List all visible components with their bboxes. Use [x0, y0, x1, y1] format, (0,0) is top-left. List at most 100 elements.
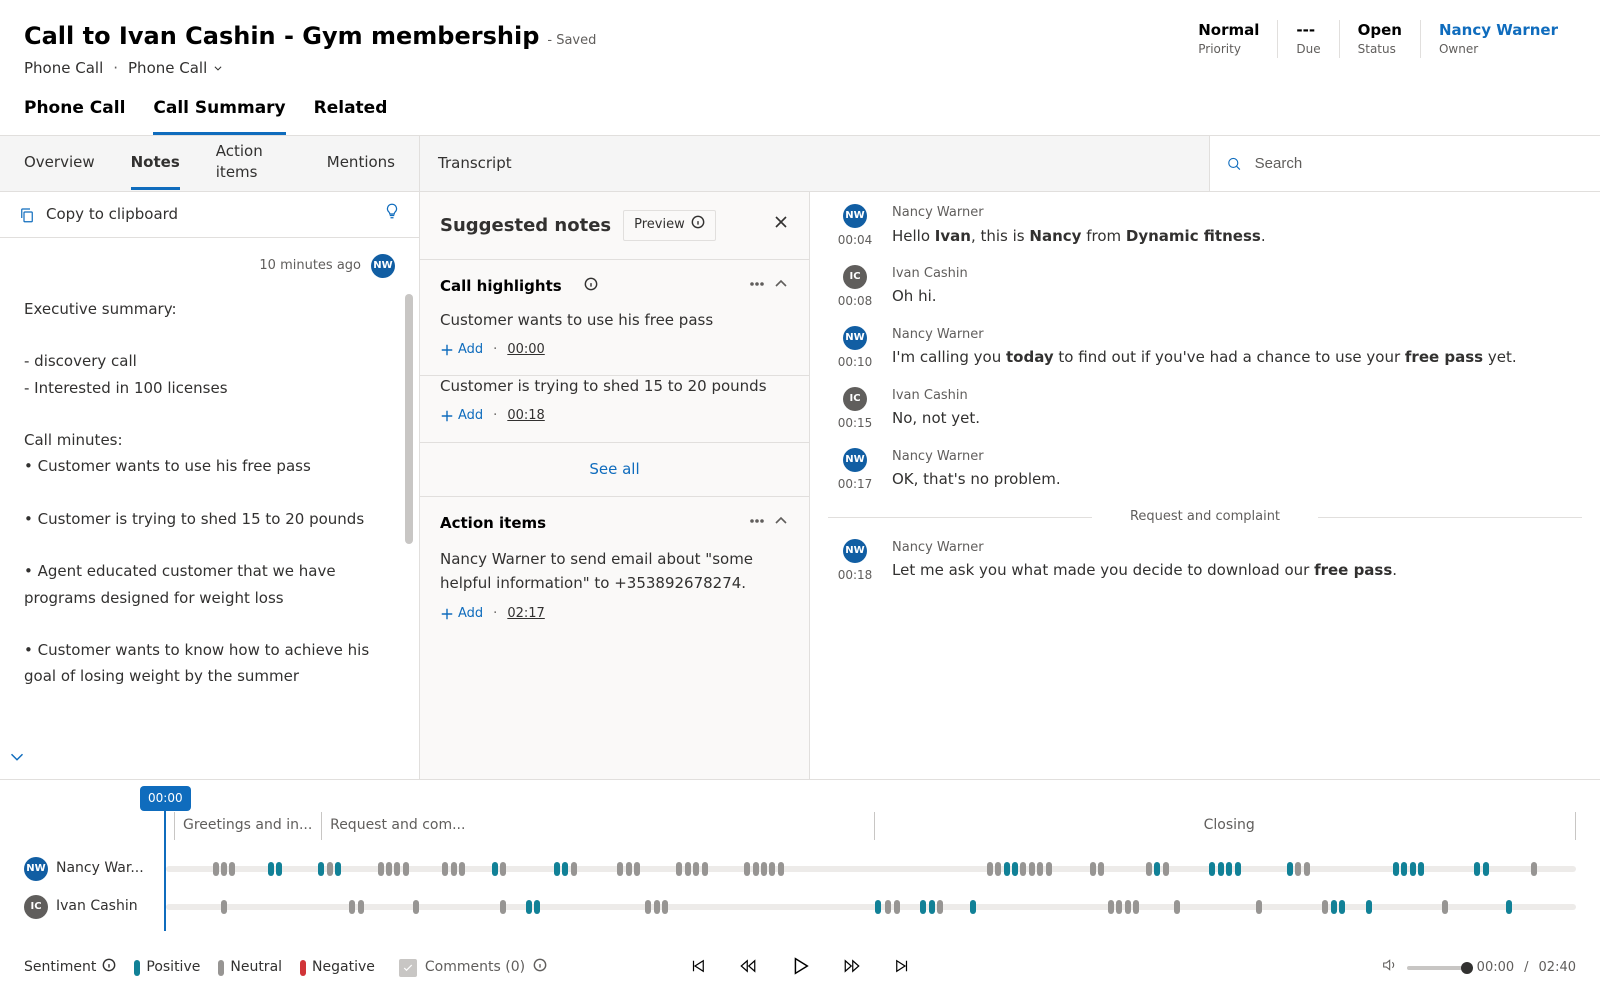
playback-controls [685, 951, 915, 984]
transcript-row[interactable]: NW00:04Nancy WarnerHello Ivan, this is N… [828, 204, 1582, 249]
actions-title: Action items [440, 513, 587, 534]
notes-body[interactable]: Executive summary:- discovery call- Inte… [24, 296, 395, 690]
transcript-row[interactable]: NW 00:10 Nancy Warner I'm calling you today… [828, 326, 1582, 371]
speaker-avatar: NW [843, 539, 867, 563]
collapse-icon[interactable] [773, 276, 789, 299]
transcript-search[interactable] [1210, 136, 1600, 191]
sentiment-lane[interactable] [166, 866, 1576, 872]
close-suggested[interactable] [773, 214, 789, 237]
sentiment-label: Sentiment [24, 958, 96, 978]
scrollbar-thumb[interactable] [405, 294, 413, 544]
notes-timestamp: 10 minutes ago [259, 257, 361, 275]
transcript-text: Let me ask you what made you decide to d… [892, 559, 1582, 582]
highlights-title: Call highlights [440, 276, 576, 297]
lightbulb-icon[interactable] [383, 202, 401, 227]
see-all-link[interactable]: See all [420, 443, 809, 497]
add-action[interactable]: Add [440, 605, 483, 623]
timestamp-link[interactable]: 02:17 [507, 605, 544, 623]
collapse-icon[interactable] [773, 513, 789, 536]
timeline-segment[interactable]: Closing [875, 812, 1576, 840]
transcript-row[interactable]: NW 00:17 Nancy Warner OK, that's no problem… [828, 448, 1582, 493]
speaker-avatar: IC [843, 265, 867, 289]
track-avatar: NW [24, 857, 48, 881]
meta-due: ---Due [1277, 20, 1338, 58]
timeline-segment[interactable]: Request and com... [322, 812, 875, 840]
subtab-mentions[interactable]: Mentions [327, 138, 395, 190]
form-selector[interactable]: Phone Call [128, 58, 223, 79]
skip-end[interactable] [889, 953, 915, 982]
transcript-panel: NW 00:04 Nancy Warner Hello Ivan, this is N… [810, 192, 1600, 779]
track-avatar: IC [24, 895, 48, 919]
timestamp-link[interactable]: 00:00 [507, 341, 544, 359]
transcript-timestamp: 00:17 [838, 476, 873, 493]
speaker-avatar: NW [843, 448, 867, 472]
transcript-row[interactable]: IC00:15Ivan CashinNo, not yet. [828, 387, 1582, 432]
legend-negative: Negative [300, 958, 375, 978]
skip-start[interactable] [685, 953, 711, 982]
more-icon[interactable] [749, 276, 765, 299]
secondary-tabs: OverviewNotesAction itemsMentions [0, 136, 420, 192]
meta-owner[interactable]: Nancy WarnerOwner [1420, 20, 1576, 58]
time-current: 00:00 [1477, 959, 1514, 977]
transcript-text: Hello Ivan, this is Nancy from Dynamic f… [892, 225, 1582, 248]
timeline-segment[interactable]: Greetings and in... [175, 812, 322, 840]
transcript-text: I'm calling you today to find out if you… [892, 346, 1582, 369]
search-input[interactable] [1253, 154, 1584, 173]
track-name: Ivan Cashin [56, 897, 138, 917]
suggested-title: Suggested notes [440, 213, 611, 238]
transcript-text: Oh hi. [892, 285, 1582, 308]
action-item-text: Nancy Warner to send email about "some h… [440, 547, 789, 595]
speaker-name: Nancy Warner [892, 326, 1582, 344]
highlight-item: Customer wants to use his free passAdd·0… [420, 310, 809, 376]
timeline-segments[interactable]: Greetings and in...Request and com...Clo… [174, 812, 1576, 840]
subtab-overview[interactable]: Overview [24, 138, 95, 190]
comments-toggle[interactable]: Comments (0) [399, 958, 547, 979]
speaker-name: Ivan Cashin [892, 265, 1582, 283]
transcript-text: No, not yet. [892, 407, 1582, 430]
info-icon[interactable] [102, 958, 116, 979]
tab-phone-call[interactable]: Phone Call [24, 97, 125, 136]
sentiment-lane[interactable] [166, 904, 1576, 910]
transcript-row[interactable]: NW 00:18 Nancy Warner Let me ask you what m… [828, 539, 1582, 584]
transcript-timestamp: 00:04 [838, 232, 873, 249]
notes-panel: Copy to clipboard 10 minutes ago NW Exec… [0, 192, 420, 779]
add-highlight[interactable]: Add [440, 407, 483, 425]
highlight-item: Customer is trying to shed 15 to 20 poun… [420, 376, 809, 442]
info-icon[interactable] [691, 215, 705, 235]
expand-notes[interactable] [6, 746, 28, 775]
call-timeline: 00:00 Greetings and in...Request and com… [0, 779, 1600, 989]
transcript-timestamp: 00:08 [838, 293, 873, 310]
copy-icon [18, 206, 36, 224]
transcript-row[interactable]: IC 00:08 Ivan Cashin Oh hi. [828, 265, 1582, 310]
transcript-timestamp: 00:18 [838, 567, 873, 584]
meta-priority: NormalPriority [1180, 20, 1277, 58]
transcript-text: OK, that's no problem. [892, 468, 1582, 491]
subtab-action-items[interactable]: Action items [216, 127, 291, 200]
speaker-avatar: NW [843, 326, 867, 350]
legend-neutral: Neutral [218, 958, 282, 978]
meta-status: OpenStatus [1339, 20, 1420, 58]
more-icon[interactable] [749, 513, 765, 536]
speaker-name: Nancy Warner [892, 539, 1582, 557]
suggested-notes-panel: Suggested notes Preview Call highlights … [420, 192, 810, 779]
transcript-timestamp: 00:10 [838, 354, 873, 371]
speaker-name: Nancy Warner [892, 448, 1582, 466]
speaker-avatar: IC [843, 387, 867, 411]
add-highlight[interactable]: Add [440, 341, 483, 359]
copy-to-clipboard[interactable]: Copy to clipboard [18, 204, 178, 225]
preview-badge: Preview [623, 210, 716, 240]
rewind[interactable] [735, 953, 761, 982]
forward[interactable] [839, 953, 865, 982]
play[interactable] [785, 951, 815, 984]
transcript-section-divider: Request and complaint [828, 508, 1582, 526]
volume-slider[interactable] [1407, 966, 1467, 970]
volume-icon[interactable] [1381, 957, 1397, 979]
track-name: Nancy War... [56, 859, 144, 879]
timeline-track: IC Ivan Cashin [24, 888, 1576, 926]
tab-related[interactable]: Related [314, 97, 388, 136]
speaker-name: Nancy Warner [892, 204, 1582, 222]
info-icon[interactable] [584, 277, 598, 298]
timestamp-link[interactable]: 00:18 [507, 407, 544, 425]
info-icon[interactable] [533, 958, 547, 979]
subtab-notes[interactable]: Notes [131, 138, 180, 190]
